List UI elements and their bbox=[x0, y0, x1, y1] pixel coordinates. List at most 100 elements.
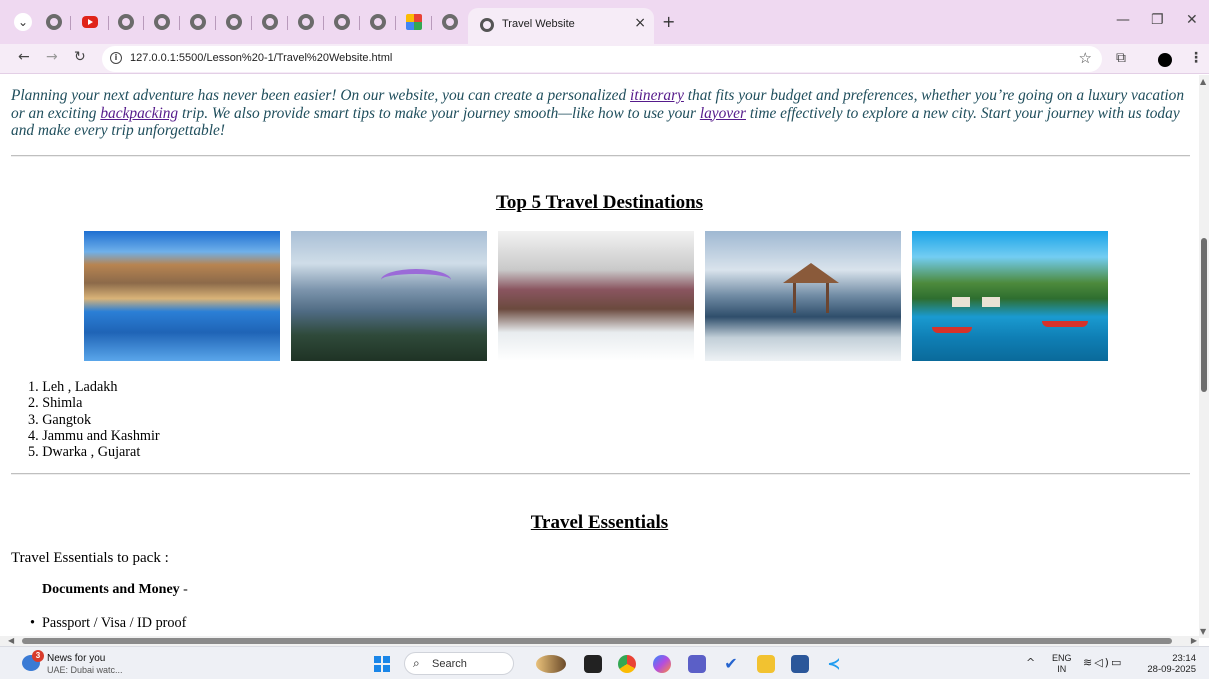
close-window-icon[interactable]: ✕ bbox=[1186, 12, 1198, 28]
tab-favicon-globe-icon[interactable] bbox=[442, 14, 458, 30]
tab-favicon-globe-icon[interactable] bbox=[190, 14, 206, 30]
essentials-heading: Travel Essentials bbox=[530, 512, 669, 533]
tab-title: Travel Website bbox=[502, 18, 575, 30]
kashmir-photo bbox=[705, 231, 901, 361]
vscode-icon[interactable]: ≺ bbox=[825, 655, 843, 673]
task-view-icon[interactable] bbox=[584, 655, 602, 673]
tab-search-chevron-icon[interactable]: ⌄ bbox=[14, 13, 32, 31]
news-badge: 3 bbox=[32, 650, 44, 662]
url-text[interactable]: 127.0.0.1:5500/Lesson%20-1/Travel%20Webs… bbox=[130, 52, 392, 64]
tray-chevron-up-icon[interactable]: ^ bbox=[1026, 656, 1035, 669]
volume-icon[interactable]: ◁) bbox=[1094, 656, 1111, 669]
itinerary-link[interactable]: itinerary bbox=[630, 87, 684, 104]
taskbar-search[interactable]: ⌕ Search bbox=[404, 652, 514, 675]
tab-favicon-globe-icon[interactable] bbox=[262, 14, 278, 30]
essentials-intro-text: Travel Essentials to pack : bbox=[11, 550, 169, 566]
tab-separator bbox=[215, 16, 216, 30]
profile-avatar[interactable] bbox=[1158, 53, 1172, 67]
new-tab-button[interactable]: + bbox=[662, 12, 675, 31]
minimize-icon[interactable]: — bbox=[1116, 12, 1130, 28]
extensions-puzzle-icon[interactable]: ⧉ bbox=[1116, 50, 1126, 66]
tab-youtube-icon[interactable] bbox=[82, 16, 98, 28]
tab-favicon-globe-icon[interactable] bbox=[298, 14, 314, 30]
tab-strip: ⌄ Travel Website × + — ❐ ✕ bbox=[0, 0, 1209, 44]
horizontal-scroll-thumb[interactable] bbox=[22, 638, 1172, 644]
list-item: 4. Jammu and Kashmir bbox=[28, 427, 160, 444]
scroll-up-arrow-icon[interactable]: ▲ bbox=[1200, 77, 1206, 86]
tray-status-icons[interactable]: ≋◁)▭ bbox=[1083, 656, 1123, 669]
desktop-widget-icon[interactable] bbox=[536, 655, 566, 673]
todo-check-icon[interactable]: ✔ bbox=[722, 655, 740, 673]
scroll-down-arrow-icon[interactable]: ▼ bbox=[1200, 627, 1206, 636]
close-tab-icon[interactable]: × bbox=[634, 15, 646, 31]
news-headline[interactable]: UAE: Dubai watc... bbox=[47, 665, 123, 675]
paraglider-shape bbox=[381, 269, 451, 291]
battery-icon[interactable]: ▭ bbox=[1111, 656, 1123, 669]
page-viewport: Planning your next adventure has never b… bbox=[0, 75, 1199, 638]
teams-icon[interactable] bbox=[688, 655, 706, 673]
tab-favicon-globe-icon[interactable] bbox=[370, 14, 386, 30]
layover-link[interactable]: layover bbox=[700, 105, 746, 122]
tab-favicon-globe-icon[interactable] bbox=[118, 14, 134, 30]
tab-favicon-globe-icon[interactable] bbox=[226, 14, 242, 30]
copilot-icon[interactable] bbox=[653, 655, 671, 673]
backpacking-link[interactable]: backpacking bbox=[100, 105, 178, 122]
browser-toolbar: ← → ↻ i 127.0.0.1:5500/Lesson%20-1/Trave… bbox=[0, 44, 1209, 74]
vertical-scrollbar[interactable]: ▲ ▼ bbox=[1199, 75, 1209, 638]
tab-travel-website[interactable]: Travel Website × bbox=[468, 8, 654, 44]
tab-separator bbox=[287, 16, 288, 30]
tab-favicon-globe-icon[interactable] bbox=[154, 14, 170, 30]
documents-dash: - bbox=[179, 582, 188, 597]
windows-taskbar: 3 News for you UAE: Dubai watc... ⌕ Sear… bbox=[0, 646, 1209, 679]
chrome-icon[interactable] bbox=[618, 655, 636, 673]
horizontal-rule bbox=[11, 473, 1190, 475]
search-icon: ⌕ bbox=[413, 656, 420, 670]
destinations-list: 1. Leh , Ladakh 2. Shimla 3. Gangtok 4. … bbox=[28, 379, 160, 460]
wifi-icon[interactable]: ≋ bbox=[1083, 656, 1094, 669]
kebab-menu-icon[interactable]: ⋮ bbox=[1189, 50, 1203, 66]
dwarka-photo bbox=[912, 231, 1108, 361]
file-explorer-icon[interactable] bbox=[757, 655, 775, 673]
gazebo-roof-shape bbox=[783, 263, 839, 283]
documents-list: Passport / Visa / ID proof bbox=[30, 615, 186, 631]
language-indicator[interactable]: ENG IN bbox=[1052, 653, 1072, 675]
address-bar[interactable]: i 127.0.0.1:5500/Lesson%20-1/Travel%20We… bbox=[102, 46, 1102, 72]
tab-colorful-grid-icon[interactable] bbox=[406, 14, 422, 30]
windows-start-icon[interactable] bbox=[374, 656, 390, 672]
intro-text: Planning your next adventure has never b… bbox=[11, 87, 631, 104]
clock-date: 28-09-2025 bbox=[1147, 664, 1196, 675]
globe-icon bbox=[480, 18, 494, 32]
list-item: Passport / Visa / ID proof bbox=[30, 615, 186, 631]
site-info-icon[interactable]: i bbox=[110, 52, 122, 64]
vertical-scroll-thumb[interactable] bbox=[1201, 238, 1207, 392]
forward-arrow-icon[interactable]: → bbox=[46, 49, 58, 65]
shimla-photo bbox=[291, 231, 487, 361]
documents-heading: Documents and Money - bbox=[42, 582, 188, 598]
news-title[interactable]: News for you bbox=[47, 653, 105, 664]
scroll-right-arrow-icon[interactable]: ▶ bbox=[1191, 636, 1197, 645]
region-label: IN bbox=[1057, 664, 1067, 674]
tab-separator bbox=[395, 16, 396, 30]
tab-separator bbox=[431, 16, 432, 30]
houseboat-shape bbox=[982, 297, 1000, 307]
word-icon[interactable] bbox=[791, 655, 809, 673]
list-item: 5. Dwarka , Gujarat bbox=[28, 444, 141, 461]
gazebo-base-shape bbox=[793, 283, 829, 313]
intro-paragraph: Planning your next adventure has never b… bbox=[11, 87, 1186, 140]
tab-favicon-globe-icon[interactable] bbox=[46, 14, 62, 30]
tab-separator bbox=[323, 16, 324, 30]
reload-icon[interactable]: ↻ bbox=[74, 49, 86, 65]
documents-heading-label: Documents and Money bbox=[42, 582, 180, 597]
boat-shape bbox=[1042, 321, 1088, 327]
back-arrow-icon[interactable]: ← bbox=[18, 49, 30, 65]
restore-icon[interactable]: ❐ bbox=[1151, 12, 1164, 28]
bookmark-star-icon[interactable]: ☆ bbox=[1079, 49, 1092, 67]
intro-text: trip. We also provide smart tips to make… bbox=[178, 104, 700, 122]
tab-favicon-globe-icon[interactable] bbox=[334, 14, 350, 30]
scroll-left-arrow-icon[interactable]: ◀ bbox=[8, 636, 14, 645]
list-item: 2. Shimla bbox=[28, 395, 83, 412]
taskbar-clock[interactable]: 23:14 28-09-2025 bbox=[1146, 653, 1196, 675]
tab-separator bbox=[359, 16, 360, 30]
horizontal-scrollbar[interactable]: ◀ ▶ bbox=[0, 636, 1199, 646]
leh-ladakh-photo bbox=[84, 231, 280, 361]
